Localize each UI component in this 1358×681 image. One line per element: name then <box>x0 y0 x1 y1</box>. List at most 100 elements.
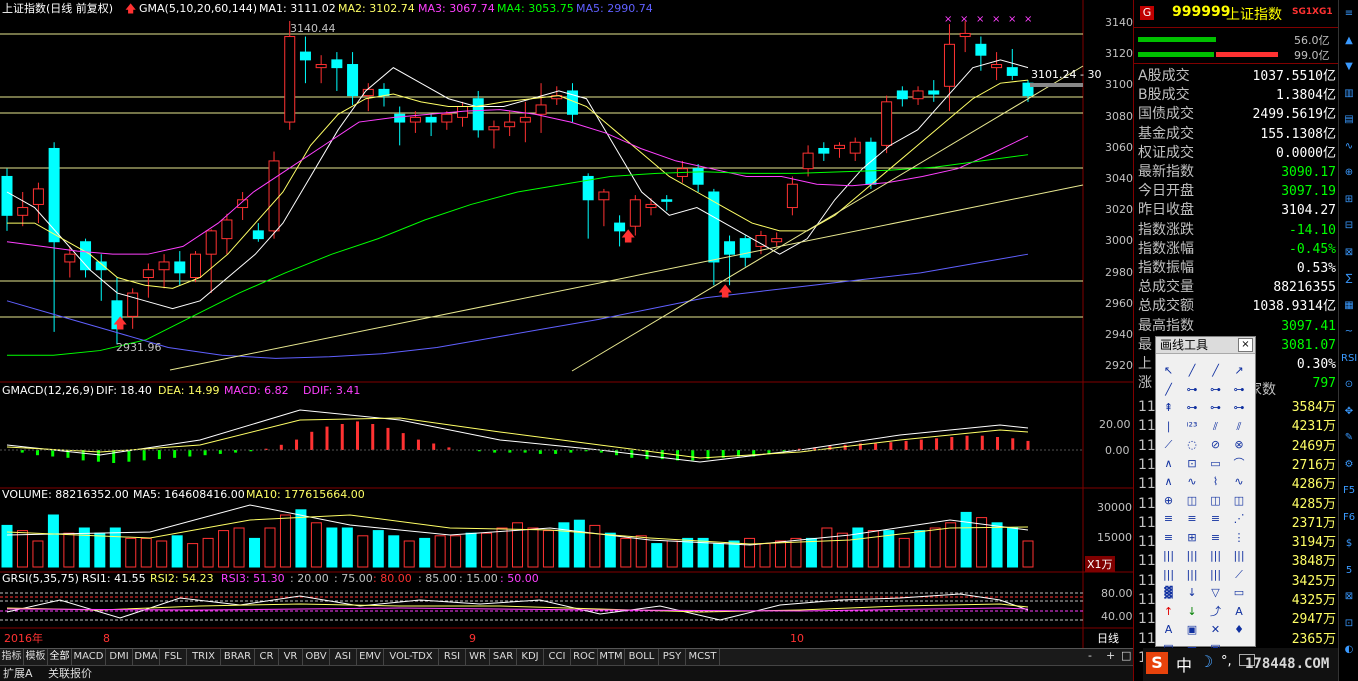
draw-tool-item[interactable]: ∧ <box>1159 454 1178 473</box>
draw-tool-item[interactable]: ||| <box>1183 546 1202 565</box>
tag-sg1[interactable]: SG1 <box>1292 7 1312 17</box>
toolbar-icon[interactable]: ⊠ <box>1341 589 1357 605</box>
tab-kdj[interactable]: KDJ <box>517 649 544 665</box>
tab-macd[interactable]: MACD <box>72 649 106 665</box>
draw-tool-item[interactable]: ||| <box>1159 565 1178 584</box>
draw-tool-item[interactable]: ↖ <box>1159 361 1178 380</box>
tab-roc[interactable]: ROC <box>571 649 598 665</box>
draw-tool-item[interactable]: ◫ <box>1230 491 1249 510</box>
draw-tool-item[interactable]: ⊞ <box>1183 528 1202 547</box>
draw-tool-item[interactable]: ⟋ <box>1230 565 1249 584</box>
draw-tool-item[interactable]: ∿ <box>1183 472 1202 491</box>
zoom-out-button[interactable]: - <box>1088 648 1092 663</box>
toolbar-icon[interactable]: ▥ <box>1341 86 1357 102</box>
toolbar-icon[interactable]: ⊡ <box>1341 616 1357 632</box>
draw-tool-item[interactable]: ╱ <box>1206 361 1225 380</box>
draw-tool-item[interactable]: ⇞ <box>1159 398 1178 417</box>
sogou-icon[interactable]: S <box>1146 652 1168 674</box>
draw-tool-item[interactable]: ⊶ <box>1206 398 1225 417</box>
draw-tool-item[interactable]: ╱ <box>1159 380 1178 399</box>
draw-tool-item[interactable]: ⁱ²³ <box>1183 417 1202 436</box>
tab-trix[interactable]: TRIX <box>187 649 221 665</box>
draw-tool-item[interactable]: ⌇ <box>1206 472 1225 491</box>
draw-tool-item[interactable]: ⊶ <box>1206 380 1225 399</box>
tab-指标[interactable]: 指标 <box>0 649 24 665</box>
draw-tool-item[interactable]: ♦ <box>1230 620 1249 639</box>
draw-tool-item[interactable]: ⊶ <box>1230 380 1249 399</box>
tab-vr[interactable]: VR <box>279 649 303 665</box>
tab-cr[interactable]: CR <box>255 649 279 665</box>
draw-tool-item[interactable]: ✕ <box>1206 620 1225 639</box>
tab-obv[interactable]: OBV <box>303 649 330 665</box>
close-icon[interactable]: × <box>1238 338 1253 352</box>
tab-boll[interactable]: BOLL <box>625 649 659 665</box>
draw-tool-item[interactable]: ╱ <box>1183 361 1202 380</box>
zoom-in-button[interactable]: + <box>1106 648 1115 663</box>
toolbar-icon[interactable]: ✥ <box>1341 404 1357 420</box>
tab-psy[interactable]: PSY <box>659 649 686 665</box>
draw-tool-item[interactable]: ∧ <box>1159 472 1178 491</box>
tab-rsi[interactable]: RSI <box>439 649 466 665</box>
draw-tool-item[interactable]: ||| <box>1206 546 1225 565</box>
draw-tool-item[interactable]: ▭ <box>1230 583 1249 602</box>
draw-tool-item[interactable]: ||| <box>1206 565 1225 584</box>
toolbar-icon[interactable]: ⊙ <box>1341 377 1357 393</box>
draw-tool-item[interactable]: ⋮ <box>1230 528 1249 547</box>
moon-icon[interactable]: ☽ <box>1199 652 1213 671</box>
draw-tool-item[interactable]: ⌒ <box>1230 454 1249 473</box>
draw-tool-item[interactable]: ≡ <box>1206 528 1225 547</box>
draw-tool-item[interactable]: ≡ <box>1159 509 1178 528</box>
draw-tool-item[interactable]: ⊘ <box>1206 435 1225 454</box>
toolbar-icon[interactable]: ▼ <box>1341 59 1357 75</box>
draw-tool-item[interactable]: ⊕ <box>1159 491 1178 510</box>
toolbar-icon[interactable]: ~ <box>1341 324 1357 340</box>
toolbar-icon[interactable]: ⊠ <box>1341 245 1357 261</box>
toolbar-icon[interactable]: ⊞ <box>1341 192 1357 208</box>
expand-tab[interactable]: 扩展A <box>3 666 33 681</box>
draw-tool-item[interactable]: ⋰ <box>1230 509 1249 528</box>
draw-tool-item[interactable]: ↓ <box>1183 602 1202 621</box>
tab-fsl[interactable]: FSL <box>160 649 187 665</box>
toolbar-icon[interactable]: ≡ <box>1341 6 1357 22</box>
draw-tool-item[interactable]: ⊶ <box>1183 398 1202 417</box>
toolbar-icon[interactable]: $ <box>1341 536 1357 552</box>
draw-tool-window[interactable]: 画线工具 × ↖ ╱ ╱ ↗ ╱ ⊶ ⊶ ⊶ ⇞ ⊶ ⊶ ⊶ ∣ ⁱ²³ ⫽ ⫽ ⟋ ◌ ⊘ ⊗ ∧ ⊡ ▭ ⌒ ∧ ∿ ⌇ ∿ ⊕ ◫ ◫… <box>1155 336 1256 655</box>
draw-tool-item[interactable]: A <box>1230 602 1249 621</box>
draw-tool-item[interactable]: A <box>1159 620 1178 639</box>
draw-tool-item[interactable]: ⫽ <box>1230 417 1249 436</box>
tab-mtm[interactable]: MTM <box>598 649 625 665</box>
tab-sar[interactable]: SAR <box>490 649 517 665</box>
draw-tool-item[interactable]: ◌ <box>1183 435 1202 454</box>
draw-tool-item[interactable]: ▽ <box>1206 583 1225 602</box>
toolbar-icon[interactable]: F5 <box>1341 483 1357 499</box>
punct-icon[interactable]: °, <box>1221 654 1232 669</box>
draw-tool-item[interactable]: ⊶ <box>1230 398 1249 417</box>
toolbar-icon[interactable]: ∑ <box>1341 271 1357 287</box>
draw-tool-item[interactable]: ↗ <box>1230 361 1249 380</box>
ime-mode[interactable]: 中 <box>1176 652 1192 676</box>
toolbar-icon[interactable]: F6 <box>1341 510 1357 526</box>
toolbar-icon[interactable]: RSI <box>1341 351 1357 367</box>
draw-tool-item[interactable]: ⫽ <box>1206 417 1225 436</box>
toolbar-icon[interactable]: ⊟ <box>1341 218 1357 234</box>
toolbar-icon[interactable]: ∿ <box>1341 139 1357 155</box>
draw-tool-item[interactable]: ⤴ <box>1206 602 1225 621</box>
draw-tool-item[interactable]: ↓ <box>1183 583 1202 602</box>
draw-tool-item[interactable]: ▭ <box>1206 454 1225 473</box>
tab-dmi[interactable]: DMI <box>106 649 133 665</box>
tab-dma[interactable]: DMA <box>133 649 160 665</box>
draw-tool-item[interactable]: ▣ <box>1183 620 1202 639</box>
toolbar-icon[interactable]: ◐ <box>1341 642 1357 658</box>
tab-mcst[interactable]: MCST <box>686 649 720 665</box>
toolbar-icon[interactable]: ✎ <box>1341 430 1357 446</box>
linked-quote-tab[interactable]: 关联报价 <box>48 666 92 681</box>
draw-tool-item[interactable]: ⟋ <box>1159 435 1178 454</box>
draw-tool-item[interactable]: ||| <box>1230 546 1249 565</box>
draw-tool-item[interactable]: ≡ <box>1206 509 1225 528</box>
draw-tool-item[interactable]: ⊡ <box>1183 454 1202 473</box>
draw-tool-item[interactable]: ↑ <box>1159 602 1178 621</box>
draw-tool-item[interactable]: ⊶ <box>1183 380 1202 399</box>
tag-xg1[interactable]: XG1 <box>1312 7 1333 17</box>
chart-canvas[interactable]: 🡅 🡅 🡅 × × × × × × <box>0 0 1133 648</box>
draw-tool-item[interactable]: ≡ <box>1159 528 1178 547</box>
